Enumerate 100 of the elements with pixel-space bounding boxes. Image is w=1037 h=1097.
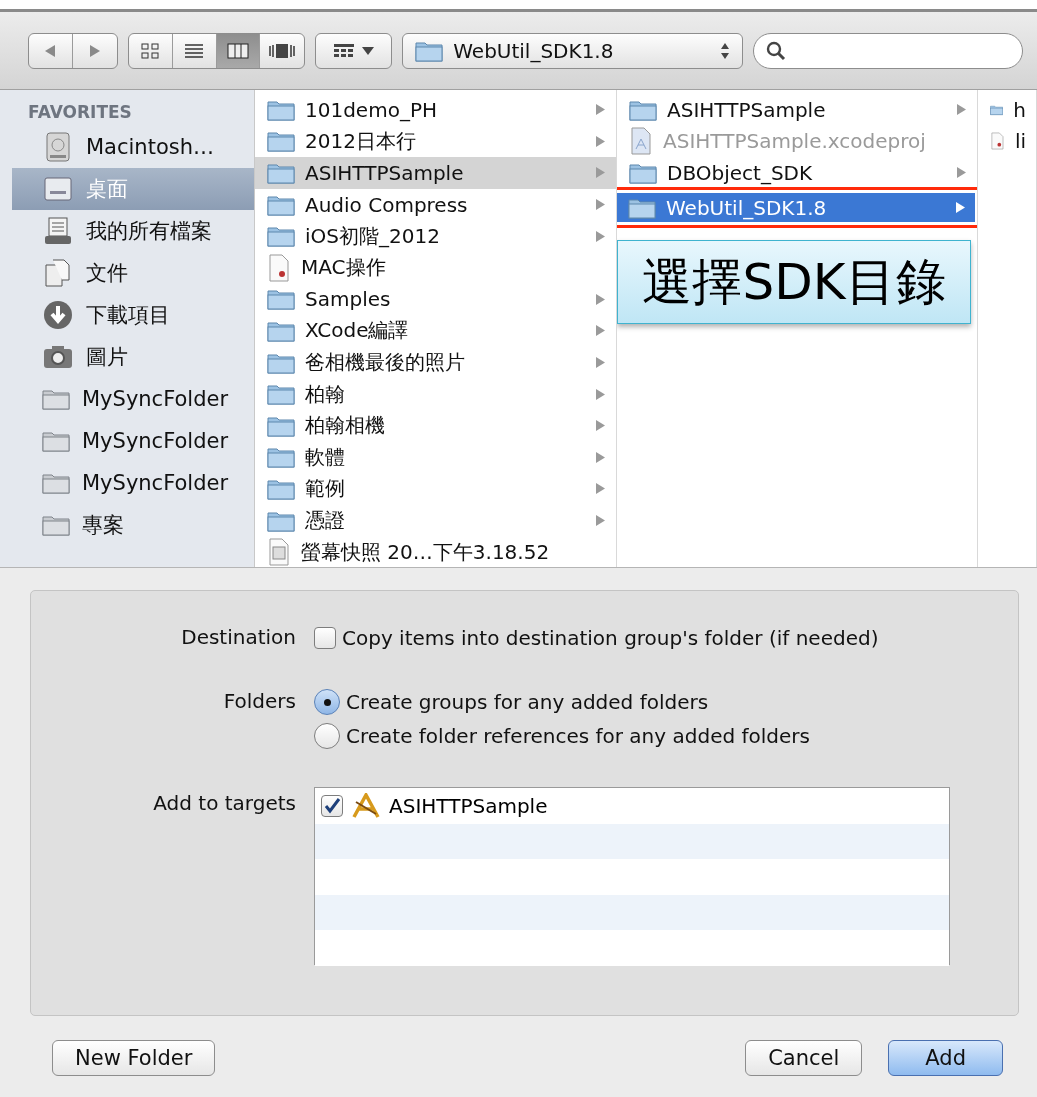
sidebar-item[interactable]: 文件 [12,252,254,294]
project-file-icon [629,127,653,156]
disclosure-arrow-icon [956,103,967,117]
folder-icon [628,196,656,219]
sidebar-item[interactable]: MySyncFolder [12,462,254,504]
folder-icon [42,514,70,536]
folder-icon [629,162,657,184]
option-label: Create folder references for any added folders [346,724,810,748]
sidebar-item[interactable]: 我的所有檔案 [12,210,254,252]
arrange-button[interactable] [315,32,393,69]
app-icon [351,792,381,819]
checkbox-option[interactable]: Copy items into destination group's folder (if needed) [314,621,1018,655]
folder-icon [267,509,295,532]
file-row[interactable]: 範例 [255,473,616,505]
option-label: Create groups for any added folders [346,690,709,714]
folder-icon [267,98,295,121]
list-view-icon [185,43,204,58]
disclosure-arrow-icon [595,292,606,306]
file-row[interactable]: 憑證 [255,504,616,537]
option-label: Copy items into destination group's folder (if needed) [342,626,879,650]
path-popup[interactable]: WebUtil_SDK1.8 [402,32,743,69]
download-icon [42,299,74,331]
file-row[interactable]: Audio Compress [255,188,616,221]
folder-icon [267,225,295,248]
radio-button[interactable] [314,689,340,715]
cover-flow-icon [269,42,296,59]
disclosure-arrow-icon [595,198,606,212]
file-row[interactable]: XCode編譯 [255,315,616,347]
file-row[interactable]: 柏翰相機 [255,409,616,442]
field-label: Add to targets [152,790,297,817]
callout-label: 選擇SDK目錄 [617,240,971,325]
disclosure-arrow-icon [595,419,606,433]
disclosure-arrow-icon [595,324,606,338]
search-icon [766,40,786,61]
caret-icon [361,46,374,55]
file-row[interactable]: ASIHTTPSample [617,94,977,126]
sidebar-item[interactable]: 下載項目 [12,294,254,336]
icon-view-icon [141,42,160,59]
sidebar-item[interactable]: 圖片 [12,336,254,378]
file-row[interactable]: MAC操作 [255,251,616,284]
disclosure-arrow-icon [595,450,606,464]
sidebar-heading: FAVORITES [27,101,133,124]
new-folder-button[interactable]: New Folder [52,1040,216,1076]
file-row[interactable]: 2012日本行 [255,125,616,158]
file-row[interactable]: ASIHTTPSample [255,157,616,189]
column-view-icon [226,42,249,59]
file-row[interactable]: WebUtil_SDK1.8 [617,191,976,224]
disclosure-arrow-icon [595,103,606,117]
file-row[interactable]: 柏翰 [255,378,616,410]
folder-icon [267,193,295,216]
forward-icon [88,43,101,58]
checkbox[interactable] [321,794,343,817]
file-row[interactable]: iOS初階_2012 [255,220,616,252]
sidebar-item[interactable]: MySyncFolder [12,378,254,420]
file-row[interactable]: 螢幕快照 20…下午3.18.52 [255,536,616,567]
file-row[interactable]: Samples [255,283,616,316]
file-row[interactable]: 101demo_PH [255,94,616,126]
add-button[interactable]: Add [888,1040,1003,1076]
folder-icon [629,98,657,121]
disclosure-arrow-icon [595,387,606,401]
file-row[interactable]: 軟體 [255,441,616,474]
view-mode-button[interactable] [216,33,261,68]
field-label: Destination [180,624,297,651]
file-row[interactable]: h [978,94,1036,126]
folder-icon [42,430,70,452]
folder-icon [267,288,295,311]
file-row[interactable]: DBObject_SDK [617,157,977,189]
folder-icon [267,414,295,437]
disclosure-arrow-icon [956,166,967,180]
sidebar-item[interactable]: Macintosh… [12,126,254,168]
field-label: Folders [222,688,297,715]
folder-icon [267,130,295,153]
checkbox[interactable] [314,627,336,649]
disclosure-arrow-icon [955,201,966,215]
back-icon [44,43,57,58]
radio-button[interactable] [314,723,340,749]
folder-icon [267,319,295,342]
disclosure-arrow-icon [595,166,606,180]
disclosure-arrow-icon [595,229,606,243]
file-row[interactable]: 爸相機最後的照片 [255,346,616,379]
disclosure-arrow-icon [595,514,606,527]
disclosure-arrow-icon [595,356,606,370]
folder-icon [267,162,295,184]
disclosure-arrow-icon [595,134,606,148]
search-field[interactable] [753,32,1023,69]
cancel-button[interactable]: Cancel [745,1040,863,1076]
folder-icon [267,446,295,469]
folder-icon [267,383,295,406]
folder-icon [42,388,70,410]
file-row[interactable]: li [978,125,1036,158]
folder-icon [415,39,444,62]
sidebar-item[interactable]: 專案 [12,504,254,546]
target-name: ASIHTTPSample [389,793,548,818]
sidebar-item[interactable]: MySyncFolder [12,420,254,462]
grid-icon [333,43,354,58]
file-cabinet-icon [42,215,74,247]
folder-icon [267,351,295,374]
folder-icon [267,477,295,500]
folder-icon [42,472,70,494]
disclosure-arrow-icon [595,482,606,496]
